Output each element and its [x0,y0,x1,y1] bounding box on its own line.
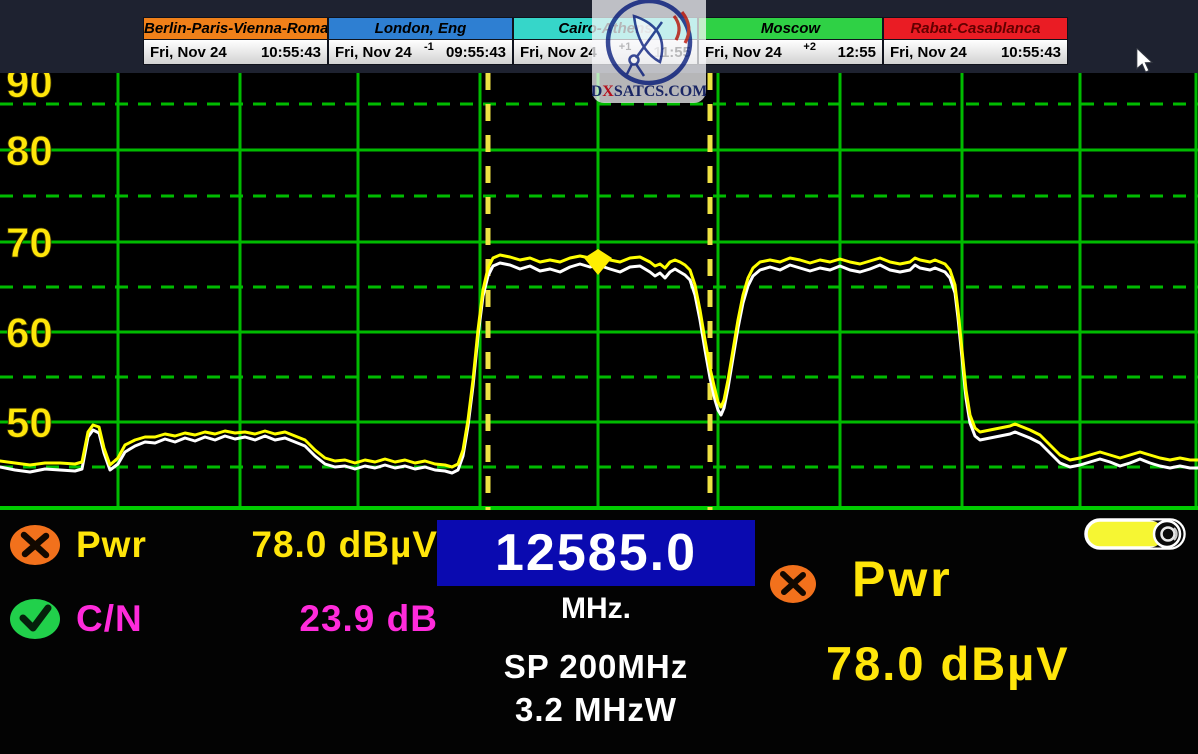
frequency-marker-diamond-icon [584,249,612,275]
pwr-label: Pwr [76,524,147,566]
tz-offset: +2 [803,41,816,53]
clock-cell-berlin: Berlin-Paris-Vienna-Roma Fri, Nov 24 10:… [143,17,328,65]
mouse-cursor-icon [1136,48,1154,79]
cn-row: C/N 23.9 dB [8,596,438,642]
city-datetime: Fri, Nov 24 +2 12:55 [698,39,883,65]
span-label: SP 200MHz [400,648,792,686]
clock-cell-moscow: Moscow Fri, Nov 24 +2 12:55 [698,17,883,65]
toggle-switch-icon [1084,518,1186,550]
city-date: Fri, Nov 24 [520,44,597,61]
city-time: 12:55 [838,44,876,61]
spectrum-plot: 90 80 70 60 50 [0,73,1198,510]
pwr-value: 78.0 dBµV [147,524,438,566]
city-time: 10:55:43 [261,44,321,61]
power-toggle[interactable] [1084,518,1186,550]
center-frequency-display[interactable]: 12585.0 [437,520,755,586]
y-axis-tick-label: 50 [6,399,53,446]
city-time: 09:55:43 [446,44,506,61]
city-datetime: Fri, Nov 24 -1 09:55:43 [328,39,513,65]
y-axis-tick-label: 90 [6,73,53,106]
spectrum-chart: 90 80 70 60 50 [0,73,1198,510]
x-circle-icon-right [768,562,820,606]
city-time: 10:55:43 [1001,44,1061,61]
city-datetime: Fri, Nov 24 10:55:43 [143,39,328,65]
tz-offset: -1 [424,41,434,53]
check-circle-icon [8,596,64,642]
bandwidth-label: 3.2 MHzW [400,691,792,729]
cn-value: 23.9 dB [143,598,438,640]
city-name-label: London, Eng [328,17,513,39]
x-circle-icon [8,522,64,568]
city-date: Fri, Nov 24 [150,44,227,61]
city-name-label: Rabat-Casablanca [883,17,1068,39]
y-axis-tick-label: 70 [6,219,53,266]
city-name-label: Berlin-Paris-Vienna-Roma [143,17,328,39]
satellite-dish-logo-icon: DXSATCS.COM [592,0,706,103]
pwr-row: Pwr 78.0 dBµV [8,522,438,568]
cn-label: C/N [76,598,143,640]
y-axis-tick-label: 60 [6,309,53,356]
svg-text:DXSATCS.COM: DXSATCS.COM [592,83,706,100]
city-name-label: Moscow [698,17,883,39]
dxsatcs-watermark-logo: DXSATCS.COM [592,0,706,103]
right-pwr-label: Pwr [852,550,953,608]
measurement-panel: Pwr 78.0 dBµV C/N 23.9 dB 12585.0 MHz. S… [0,510,1198,754]
frequency-unit-label: MHz. [437,592,755,626]
y-axis-tick-label: 80 [6,127,53,174]
city-date: Fri, Nov 24 [335,44,412,61]
city-date: Fri, Nov 24 [890,44,967,61]
right-pwr-value: 78.0 dBµV [826,636,1070,691]
clock-cell-london: London, Eng Fri, Nov 24 -1 09:55:43 [328,17,513,65]
city-datetime: Fri, Nov 24 10:55:43 [883,39,1068,65]
clock-cell-rabat: Rabat-Casablanca Fri, Nov 24 10:55:43 [883,17,1068,65]
city-date: Fri, Nov 24 [705,44,782,61]
sat-meter-screen: Berlin-Paris-Vienna-Roma Fri, Nov 24 10:… [0,0,1198,754]
